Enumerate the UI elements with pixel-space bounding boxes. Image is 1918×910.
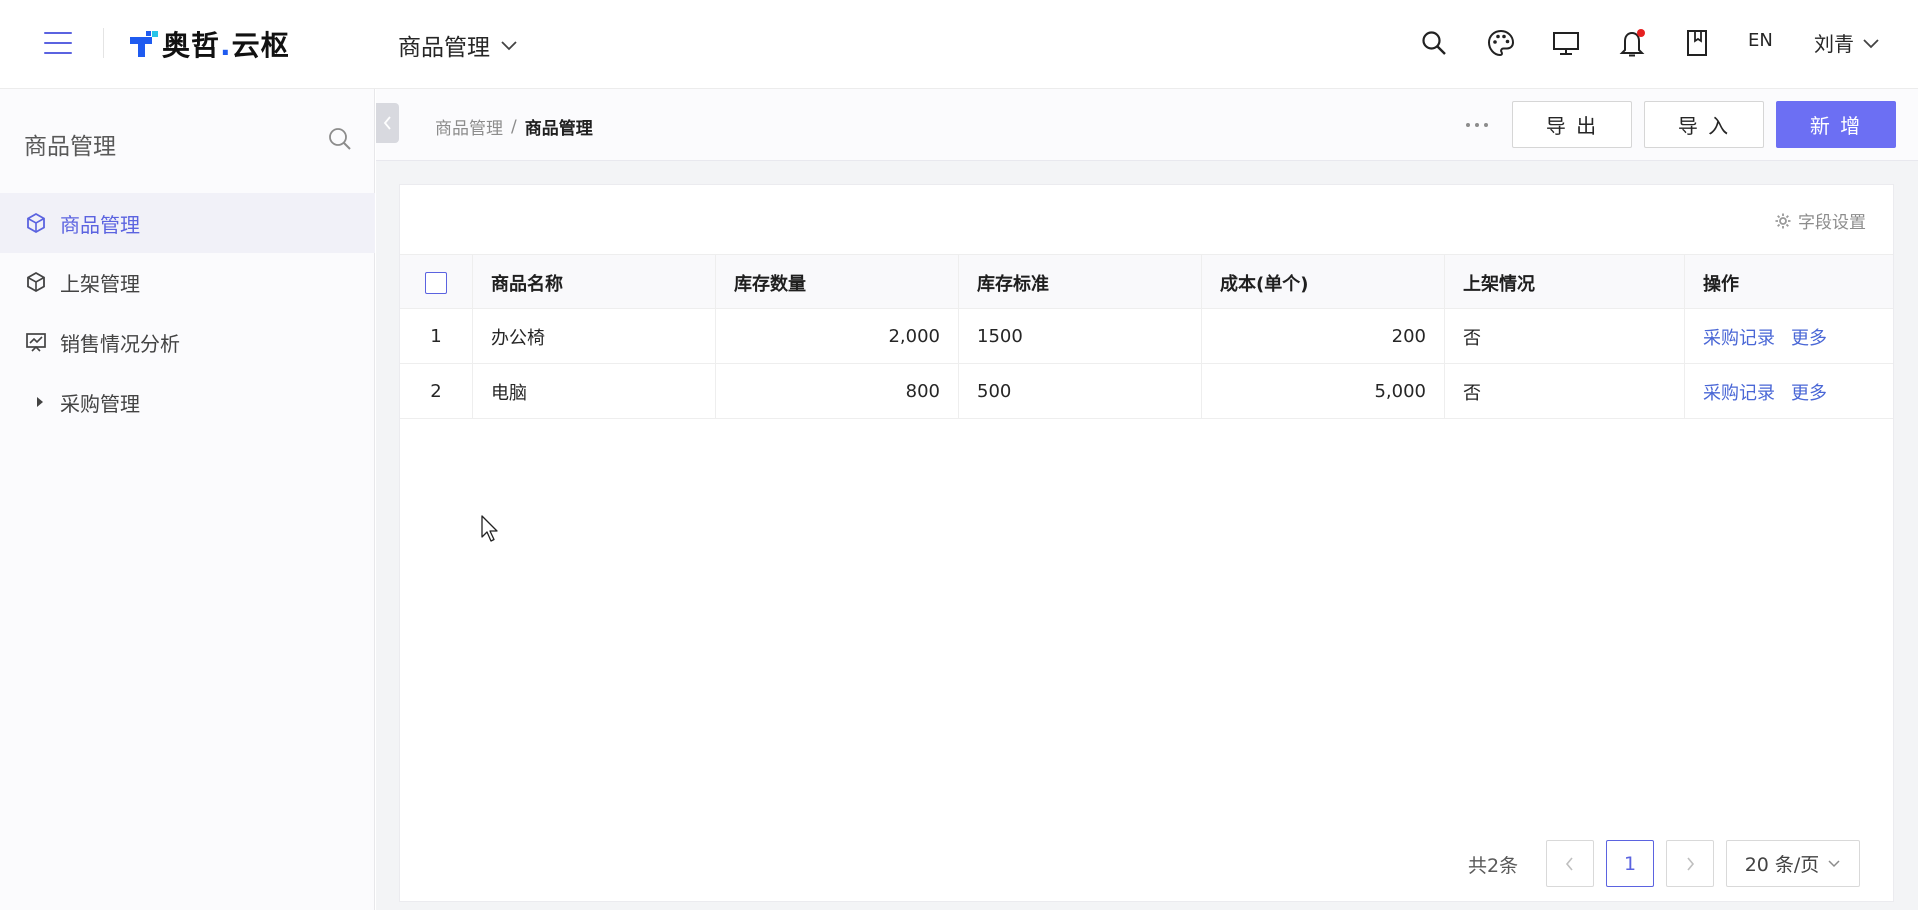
table-header-row: 商品名称 库存数量 库存标准 成本(单个) 上架情况 操作 [400,254,1893,310]
breadcrumb: 商品管理 / 商品管理 [435,114,593,140]
language-switch[interactable]: EN [1748,30,1773,51]
cell-listed: 否 [1445,309,1685,364]
cell-standard: 1500 [959,309,1202,364]
logo-text: 奥哲.云枢 [162,29,290,62]
cube-icon [24,270,48,294]
cell-stock: 800 [716,364,959,419]
row-index: 1 [400,309,473,364]
chevron-down-icon [1828,859,1840,867]
cube-icon [24,211,48,235]
column-header[interactable]: 商品名称 [473,255,716,310]
purchase-record-link[interactable]: 采购记录 [1703,379,1775,405]
cell-listed: 否 [1445,364,1685,419]
select-all-cell [400,255,473,310]
cell-stock: 2,000 [716,309,959,364]
cell-cost: 200 [1202,309,1445,364]
select-all-checkbox[interactable] [425,271,447,294]
chevron-down-icon [501,41,517,51]
import-button[interactable]: 导 入 [1644,101,1764,148]
gear-icon [1775,213,1791,228]
breadcrumb-parent[interactable]: 商品管理 [435,114,503,139]
goods-table: 商品名称 库存数量 库存标准 成本(单个) 上架情况 操作 1 办公椅 2,00… [400,254,1893,419]
sidebar-item-purchase[interactable]: 采购管理 [0,372,375,432]
chevron-right-icon [1687,856,1695,871]
search-icon[interactable] [327,126,353,152]
page-size-label: 20 条/页 [1744,854,1820,876]
breadcrumb-separator: / [511,116,517,137]
cell-actions: 采购记录 更多 [1685,364,1893,419]
sidebar-item-label: 上架管理 [60,271,140,296]
pagination-total: 共2条 [1468,855,1519,877]
column-header[interactable]: 库存数量 [716,255,959,310]
more-actions-icon[interactable] [1459,112,1495,138]
notification-bell-icon[interactable] [1615,26,1649,60]
cell-name: 办公椅 [473,309,716,364]
column-header[interactable]: 库存标准 [959,255,1202,310]
field-settings-button[interactable]: 字段设置 [1774,208,1866,233]
module-switcher-label: 商品管理 [398,35,490,61]
export-button[interactable]: 导 出 [1512,101,1632,148]
column-header[interactable]: 成本(单个) [1202,255,1445,310]
sidebar: 商品管理 商品管理 上架管理 销售情况分析 采购管理 [0,89,375,910]
table-row[interactable]: 2 电脑 800 500 5,000 否 采购记录 更多 [400,364,1893,419]
column-header[interactable]: 上架情况 [1445,255,1685,310]
table-row[interactable]: 1 办公椅 2,000 1500 200 否 采购记录 更多 [400,309,1893,364]
notification-dot [1637,29,1645,37]
column-header: 操作 [1703,273,1739,295]
sidebar-item-sales-analysis[interactable]: 销售情况分析 [0,312,375,372]
sidebar-item-label: 商品管理 [60,212,140,237]
sidebar-item-label: 采购管理 [60,391,140,416]
logo-mark-icon [130,31,158,57]
search-icon[interactable] [1417,26,1451,60]
cell-name: 电脑 [473,364,716,419]
menu-toggle-icon[interactable] [44,30,74,56]
monitor-icon[interactable] [1549,26,1583,60]
page-size-select[interactable]: 20 条/页 [1726,840,1860,887]
user-name: 刘青 [1814,32,1854,56]
mouse-cursor-icon [481,515,498,542]
cell-standard: 500 [959,364,1202,419]
more-link[interactable]: 更多 [1791,379,1827,405]
sidebar-item-listing[interactable]: 上架管理 [0,252,375,312]
purchase-record-link[interactable]: 采购记录 [1703,324,1775,350]
add-button[interactable]: 新 增 [1776,101,1896,148]
sidebar-title: 商品管理 [24,134,116,160]
bookmark-icon[interactable] [1680,26,1714,60]
caret-right-icon [36,396,46,408]
cell-actions: 采购记录 更多 [1685,309,1893,364]
breadcrumb-current: 商品管理 [524,119,593,139]
more-link[interactable]: 更多 [1791,324,1827,350]
prev-page-button[interactable] [1546,840,1594,887]
sidebar-collapse-handle[interactable] [376,103,399,143]
chart-board-icon [24,330,48,354]
chevron-left-icon [383,116,391,130]
module-switcher[interactable]: 商品管理 [398,28,518,62]
sidebar-item-label: 销售情况分析 [60,331,180,356]
header-divider [103,28,104,58]
row-index: 2 [400,364,473,419]
chevron-down-icon [1863,38,1879,48]
sidebar-item-goods[interactable]: 商品管理 [0,193,375,253]
palette-icon[interactable] [1484,26,1518,60]
top-header: 奥哲.云枢 商品管理 EN 刘青 [0,0,1918,89]
user-menu[interactable]: 刘青 [1814,28,1880,57]
logo: 奥哲.云枢 [130,24,290,64]
next-page-button[interactable] [1666,840,1714,887]
cell-cost: 5,000 [1202,364,1445,419]
field-settings-label: 字段设置 [1798,213,1866,233]
chevron-left-icon [1565,856,1573,871]
page-number-button[interactable]: 1 [1606,840,1654,887]
